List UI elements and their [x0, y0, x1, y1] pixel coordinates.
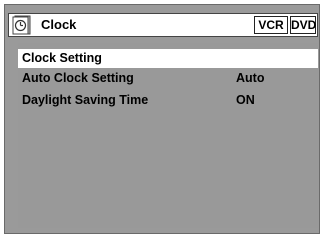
- menu-item-daylight-saving-time[interactable]: Daylight Saving Time ON: [18, 91, 318, 110]
- clock-icon: [12, 15, 31, 35]
- menu-item-value: Auto: [236, 71, 265, 85]
- vcr-tag: VCR: [254, 16, 288, 34]
- menu-item-clock-setting[interactable]: Clock Setting: [18, 49, 318, 68]
- menu-item-value: ON: [236, 93, 255, 107]
- menu-item-label: Daylight Saving Time: [22, 93, 149, 107]
- page-title: Clock: [41, 17, 77, 32]
- dvd-tag: DVD: [290, 16, 317, 34]
- title-bar: Clock VCR DVD: [8, 13, 318, 37]
- menu-item-auto-clock-setting[interactable]: Auto Clock Setting Auto: [18, 69, 318, 88]
- menu-item-label: Clock Setting: [22, 51, 102, 65]
- menu-panel: Clock Setting Auto Clock Setting Auto Da…: [18, 43, 318, 228]
- menu-item-label: Auto Clock Setting: [22, 71, 134, 85]
